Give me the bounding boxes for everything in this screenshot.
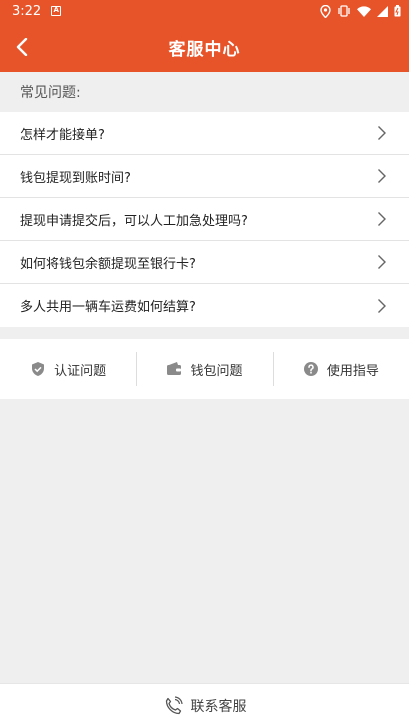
faq-item[interactable]: 怎样才能接单? xyxy=(0,112,409,155)
help-circle-icon xyxy=(303,362,318,376)
category-certification[interactable]: 认证问题 xyxy=(0,339,136,399)
wallet-icon xyxy=(167,362,182,375)
app-bar: 客服中心 xyxy=(0,22,409,72)
faq-item[interactable]: 多人共用一辆车运费如何结算? xyxy=(0,284,409,327)
faq-item[interactable]: 提现申请提交后，可以人工加急处理吗? xyxy=(0,198,409,241)
chevron-right-icon xyxy=(378,126,386,140)
location-icon xyxy=(320,4,331,18)
chevron-right-icon xyxy=(378,298,386,313)
faq-item-label: 钱包提现到账时间? xyxy=(20,170,131,186)
a-notification-icon: A xyxy=(51,6,62,16)
shield-check-icon xyxy=(32,362,45,376)
faq-item[interactable]: 钱包提现到账时间? xyxy=(0,155,409,198)
category-bar: 认证问题 钱包问题 使用指导 xyxy=(0,339,409,399)
status-time: 3:22 xyxy=(12,3,42,19)
chevron-right-icon xyxy=(378,212,386,226)
category-wallet[interactable]: 钱包问题 xyxy=(136,339,272,399)
category-label: 认证问题 xyxy=(54,363,107,379)
category-label: 使用指导 xyxy=(326,363,379,379)
back-arrow-icon xyxy=(16,38,28,56)
status-icons xyxy=(320,4,401,18)
chevron-right-icon xyxy=(378,255,386,269)
phone-icon xyxy=(165,696,183,715)
faq-item-label: 怎样才能接单? xyxy=(20,127,105,143)
faq-section-title: 常见问题: xyxy=(0,72,409,112)
status-bar: 3:22 A xyxy=(0,0,409,22)
back-button[interactable] xyxy=(10,35,34,59)
contact-service-button[interactable]: 联系客服 xyxy=(0,683,409,728)
faq-item[interactable]: 如何将钱包余额提现至银行卡? xyxy=(0,241,409,284)
category-label: 钱包问题 xyxy=(190,363,243,379)
signal-icon xyxy=(377,5,388,17)
faq-item-label: 如何将钱包余额提现至银行卡? xyxy=(20,256,196,272)
page-title: 客服中心 xyxy=(168,39,241,60)
faq-item-label: 多人共用一辆车运费如何结算? xyxy=(20,300,196,315)
faq-item-label: 提现申请提交后，可以人工加急处理吗? xyxy=(20,213,248,229)
wifi-icon xyxy=(357,5,371,17)
faq-list: 怎样才能接单? 钱包提现到账时间? 提现申请提交后，可以人工加急处理吗? 如何将… xyxy=(0,112,409,327)
contact-service-label: 联系客服 xyxy=(190,699,247,715)
category-guide[interactable]: 使用指导 xyxy=(272,339,409,399)
battery-icon xyxy=(394,5,401,17)
chevron-right-icon xyxy=(378,169,386,183)
vibrate-icon xyxy=(338,5,350,17)
